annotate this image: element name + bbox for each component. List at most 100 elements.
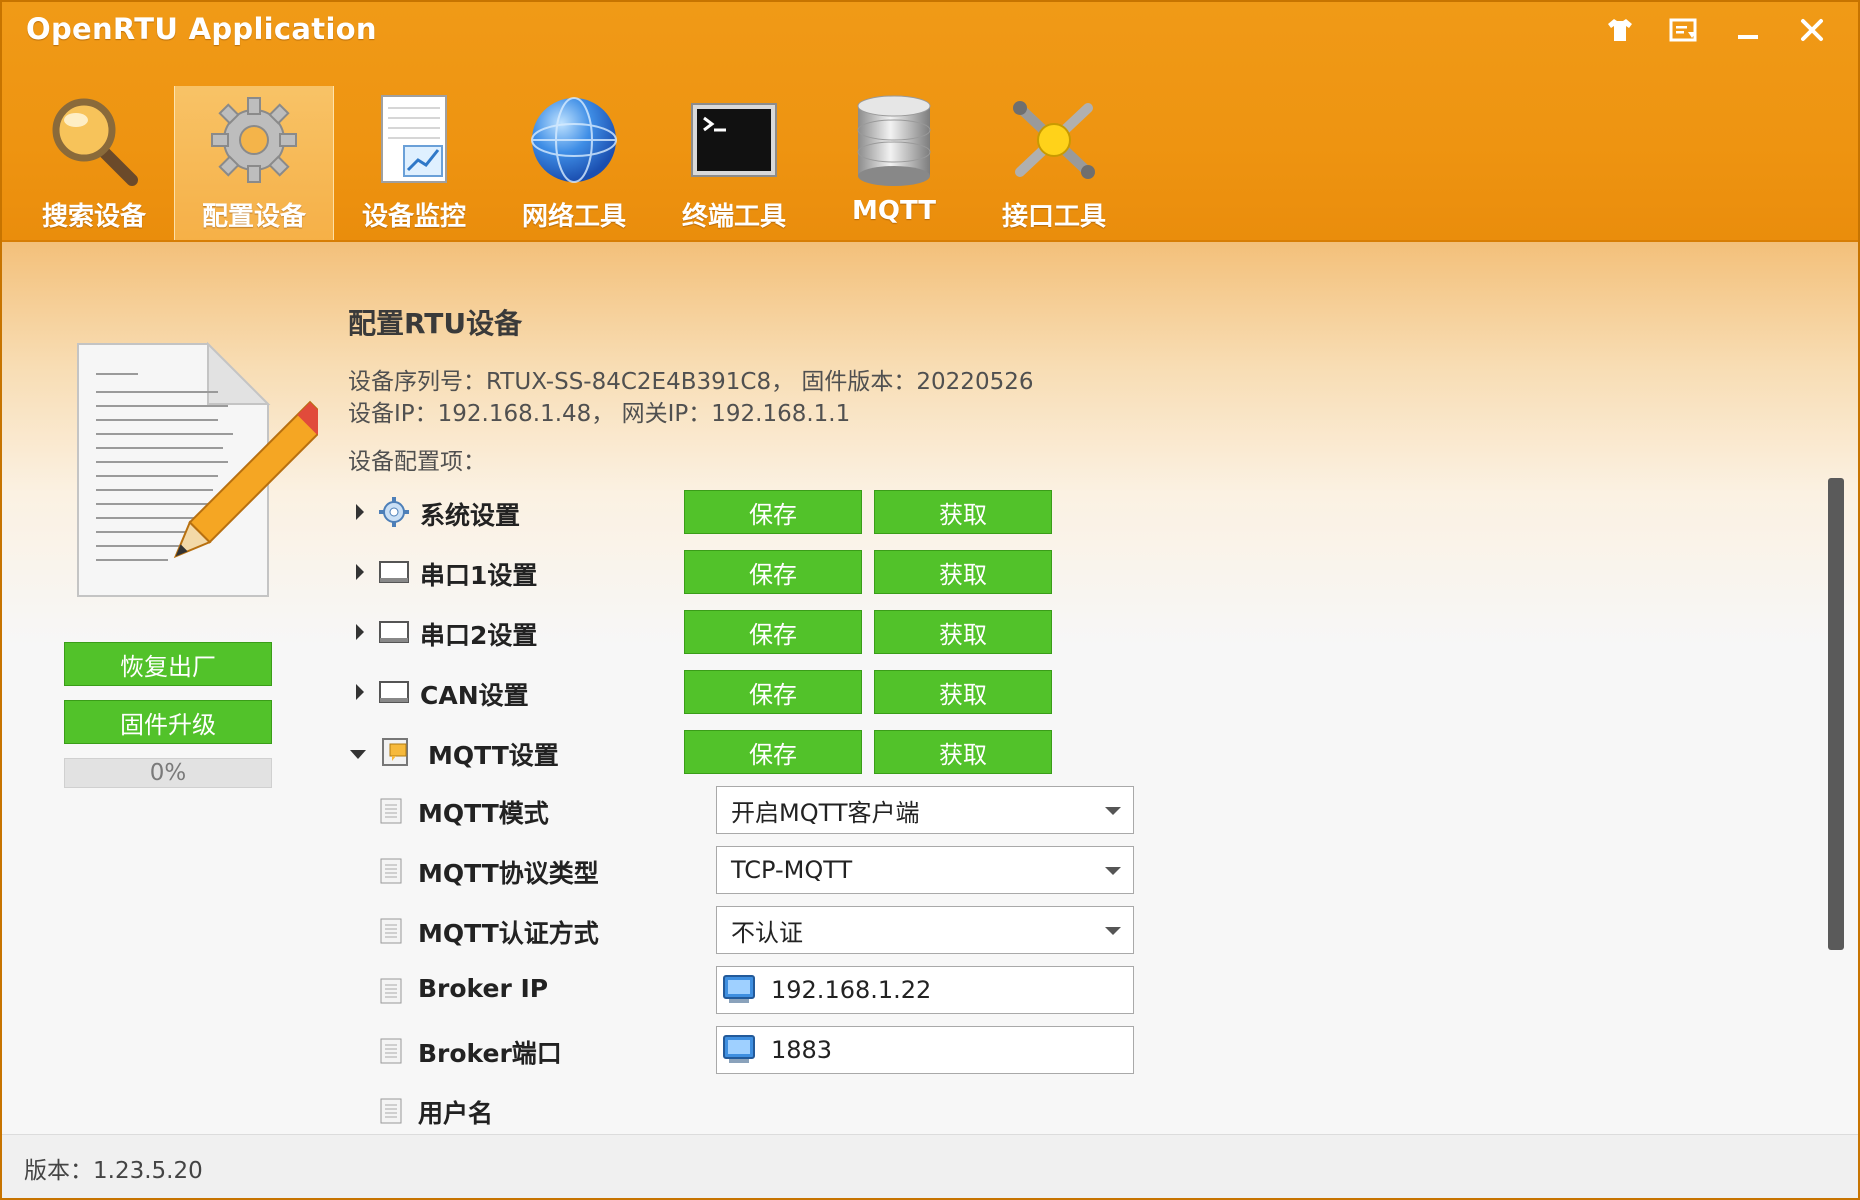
toolbar-interface-tools[interactable]: 接口工具 [974, 86, 1134, 240]
select-value: TCP-MQTT [731, 856, 853, 884]
window-controls [1588, 8, 1844, 52]
toolbar-label: 配置设备 [201, 202, 306, 232]
section-label: 串口1设置 [420, 561, 538, 590]
section-label: MQTT设置 [428, 741, 559, 770]
toolbar-label: MQTT [851, 196, 937, 226]
content-area: 恢复出厂 固件升级 0% 配置RTU设备 设备序列号：RTUX-SS-84C2E… [2, 242, 1858, 1138]
gear-icon [378, 496, 410, 528]
get-button[interactable]: 获取 [874, 550, 1052, 594]
expand-arrow-icon[interactable] [356, 564, 364, 580]
magnifier-icon [44, 90, 144, 190]
section-label: 串口2设置 [420, 621, 538, 650]
property-label: Broker IP [418, 974, 549, 1003]
section-serial2: 串口2设置 保存 获取 [348, 610, 1108, 654]
mqtt-protocol-select[interactable]: TCP-MQTT [716, 846, 1134, 894]
monitor-chart-icon [364, 90, 464, 190]
toolbar-device-monitor[interactable]: 设备监控 [334, 86, 494, 240]
property-icon [380, 1098, 402, 1124]
toolbar-mqtt[interactable]: MQTT [814, 86, 974, 240]
vertical-scrollbar[interactable] [1828, 478, 1844, 950]
window-icon [378, 556, 410, 588]
save-button[interactable]: 保存 [684, 610, 862, 654]
upgrade-progress: 0% [64, 758, 272, 788]
property-label: Broker端口 [418, 1039, 562, 1068]
window-icon [378, 676, 410, 708]
expand-arrow-icon[interactable] [356, 624, 364, 640]
input-value: 1883 [771, 1036, 833, 1064]
section-can: CAN设置 保存 获取 [348, 670, 1108, 714]
expand-arrow-icon[interactable] [356, 684, 364, 700]
document-edit-icon [68, 334, 332, 614]
property-label: MQTT协议类型 [418, 859, 599, 888]
expand-arrow-icon[interactable] [356, 504, 364, 520]
config-items-label: 设备配置项： [348, 449, 486, 475]
window-icon [378, 616, 410, 648]
property-icon [380, 858, 402, 884]
prop-broker-port: Broker端口 1883 [380, 1026, 1180, 1074]
broker-ip-input[interactable]: 192.168.1.22 [716, 966, 1134, 1014]
header-bar: OpenRTU Application 搜索设备 配置设备 设备监控 网络工具 … [2, 2, 1858, 242]
section-serial1: 串口1设置 保存 获取 [348, 550, 1108, 594]
chevron-down-icon [1105, 807, 1121, 815]
get-button[interactable]: 获取 [874, 730, 1052, 774]
chevron-down-icon [1105, 927, 1121, 935]
property-icon [380, 918, 402, 944]
mqtt-mode-select[interactable]: 开启MQTT客户端 [716, 786, 1134, 834]
device-info-line1: 设备序列号：RTUX-SS-84C2E4B391C8， 固件版本：2022052… [348, 369, 1034, 395]
globe-icon [524, 90, 624, 190]
get-button[interactable]: 获取 [874, 670, 1052, 714]
chevron-down-icon [1105, 867, 1121, 875]
toolbar-label: 网络工具 [521, 202, 626, 232]
prop-username: 用户名 [380, 1086, 1180, 1134]
minimize-icon[interactable] [1716, 8, 1780, 52]
monitor-icon [723, 975, 755, 1005]
get-button[interactable]: 获取 [874, 490, 1052, 534]
property-icon [380, 978, 402, 1004]
main-toolbar: 搜索设备 配置设备 设备监控 网络工具 终端工具 MQTT 接口工具 [14, 86, 1134, 240]
property-icon [380, 1038, 402, 1064]
config-panel: 配置RTU设备 设备序列号：RTUX-SS-84C2E4B391C8， 固件版本… [348, 242, 1808, 1138]
section-label: 系统设置 [420, 501, 521, 530]
get-button[interactable]: 获取 [874, 610, 1052, 654]
save-button[interactable]: 保存 [684, 490, 862, 534]
firmware-upgrade-button[interactable]: 固件升级 [64, 700, 272, 744]
section-label: CAN设置 [420, 681, 529, 710]
property-label: 用户名 [418, 1099, 494, 1128]
toolbar-label: 设备监控 [361, 202, 466, 232]
terminal-icon [684, 90, 784, 190]
property-icon [380, 798, 402, 824]
broker-port-input[interactable]: 1883 [716, 1026, 1134, 1074]
section-system: 系统设置 保存 获取 [348, 490, 1108, 534]
toolbar-label: 接口工具 [1001, 202, 1106, 232]
notes-icon [380, 736, 412, 768]
toolbar-search-device[interactable]: 搜索设备 [14, 86, 174, 240]
save-button[interactable]: 保存 [684, 550, 862, 594]
app-window: OpenRTU Application 搜索设备 配置设备 设备监控 网络工具 … [0, 0, 1860, 1200]
property-label: MQTT认证方式 [418, 919, 599, 948]
factory-reset-button[interactable]: 恢复出厂 [64, 642, 272, 686]
save-button[interactable]: 保存 [684, 670, 862, 714]
mqtt-auth-select[interactable]: 不认证 [716, 906, 1134, 954]
toolbar-config-device[interactable]: 配置设备 [174, 86, 334, 240]
prop-mqtt-auth: MQTT认证方式 不认证 [380, 906, 1180, 954]
prop-mqtt-mode: MQTT模式 开启MQTT客户端 [380, 786, 1180, 834]
tools-icon [1004, 90, 1104, 190]
select-value: 不认证 [731, 918, 803, 947]
skin-icon[interactable] [1588, 8, 1652, 52]
device-info-line2: 设备IP：192.168.1.48， 网关IP：192.168.1.1 [348, 401, 851, 427]
collapse-arrow-icon[interactable] [350, 750, 366, 759]
menu-icon[interactable] [1652, 8, 1716, 52]
gear-icon [204, 90, 304, 190]
section-mqtt: MQTT设置 保存 获取 [348, 730, 1108, 774]
toolbar-network-tools[interactable]: 网络工具 [494, 86, 654, 240]
prop-mqtt-protocol: MQTT协议类型 TCP-MQTT [380, 846, 1180, 894]
toolbar-terminal-tools[interactable]: 终端工具 [654, 86, 814, 240]
close-icon[interactable] [1780, 8, 1844, 52]
status-bar: 版本：1.23.5.20 [2, 1134, 1858, 1198]
app-title: OpenRTU Application [26, 12, 377, 46]
prop-broker-ip: Broker IP 192.168.1.22 [380, 966, 1180, 1014]
save-button[interactable]: 保存 [684, 730, 862, 774]
database-icon [844, 90, 944, 190]
property-label: MQTT模式 [418, 799, 549, 828]
toolbar-label: 终端工具 [681, 202, 786, 232]
